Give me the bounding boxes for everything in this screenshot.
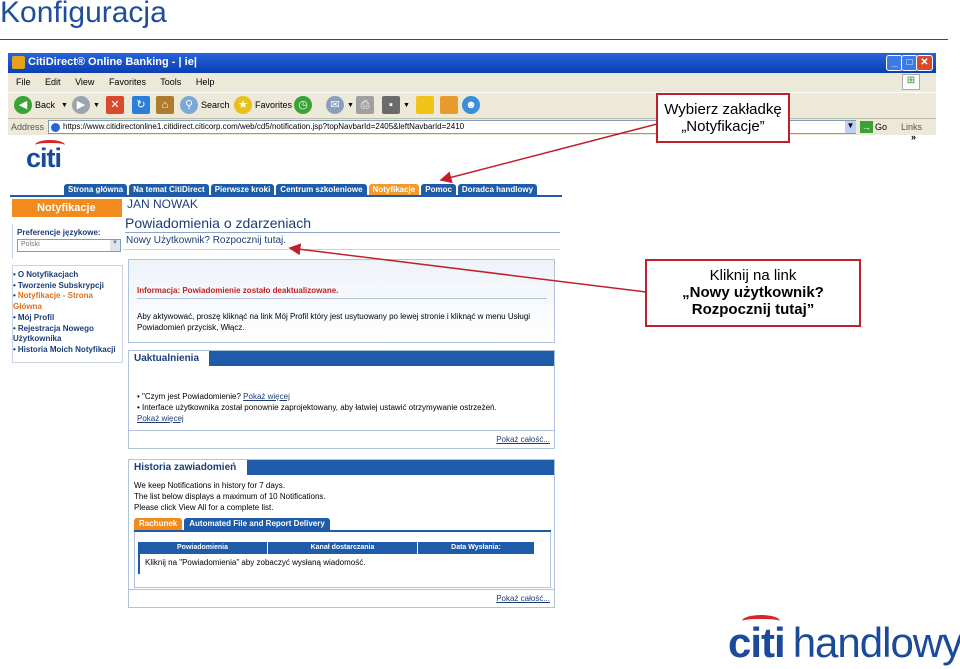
callout-line: „Notyfikacje”: [681, 118, 765, 135]
brand-handlowy: handlowy: [792, 619, 960, 666]
citi-handlowy-logo: citi handlowy: [728, 619, 960, 667]
callout-line: Wybierz zakładkę: [664, 101, 782, 118]
brand-citi: citi: [728, 619, 786, 666]
callout-line: „Nowy użytkownik?: [682, 284, 824, 301]
annotation-arrows: [288, 123, 658, 293]
callout-line: Rozpocznij tutaj”: [691, 301, 815, 318]
callout-select-tab: Wybierz zakładkę „Notyfikacje”: [656, 93, 790, 143]
callout-click-link: Kliknij na link „Nowy użytkownik? Rozpoc…: [645, 259, 861, 327]
callout-line: Kliknij na link: [709, 267, 797, 284]
arrow-to-new-user-link: [288, 243, 647, 293]
arrow-to-notifications-tab: [439, 123, 658, 184]
